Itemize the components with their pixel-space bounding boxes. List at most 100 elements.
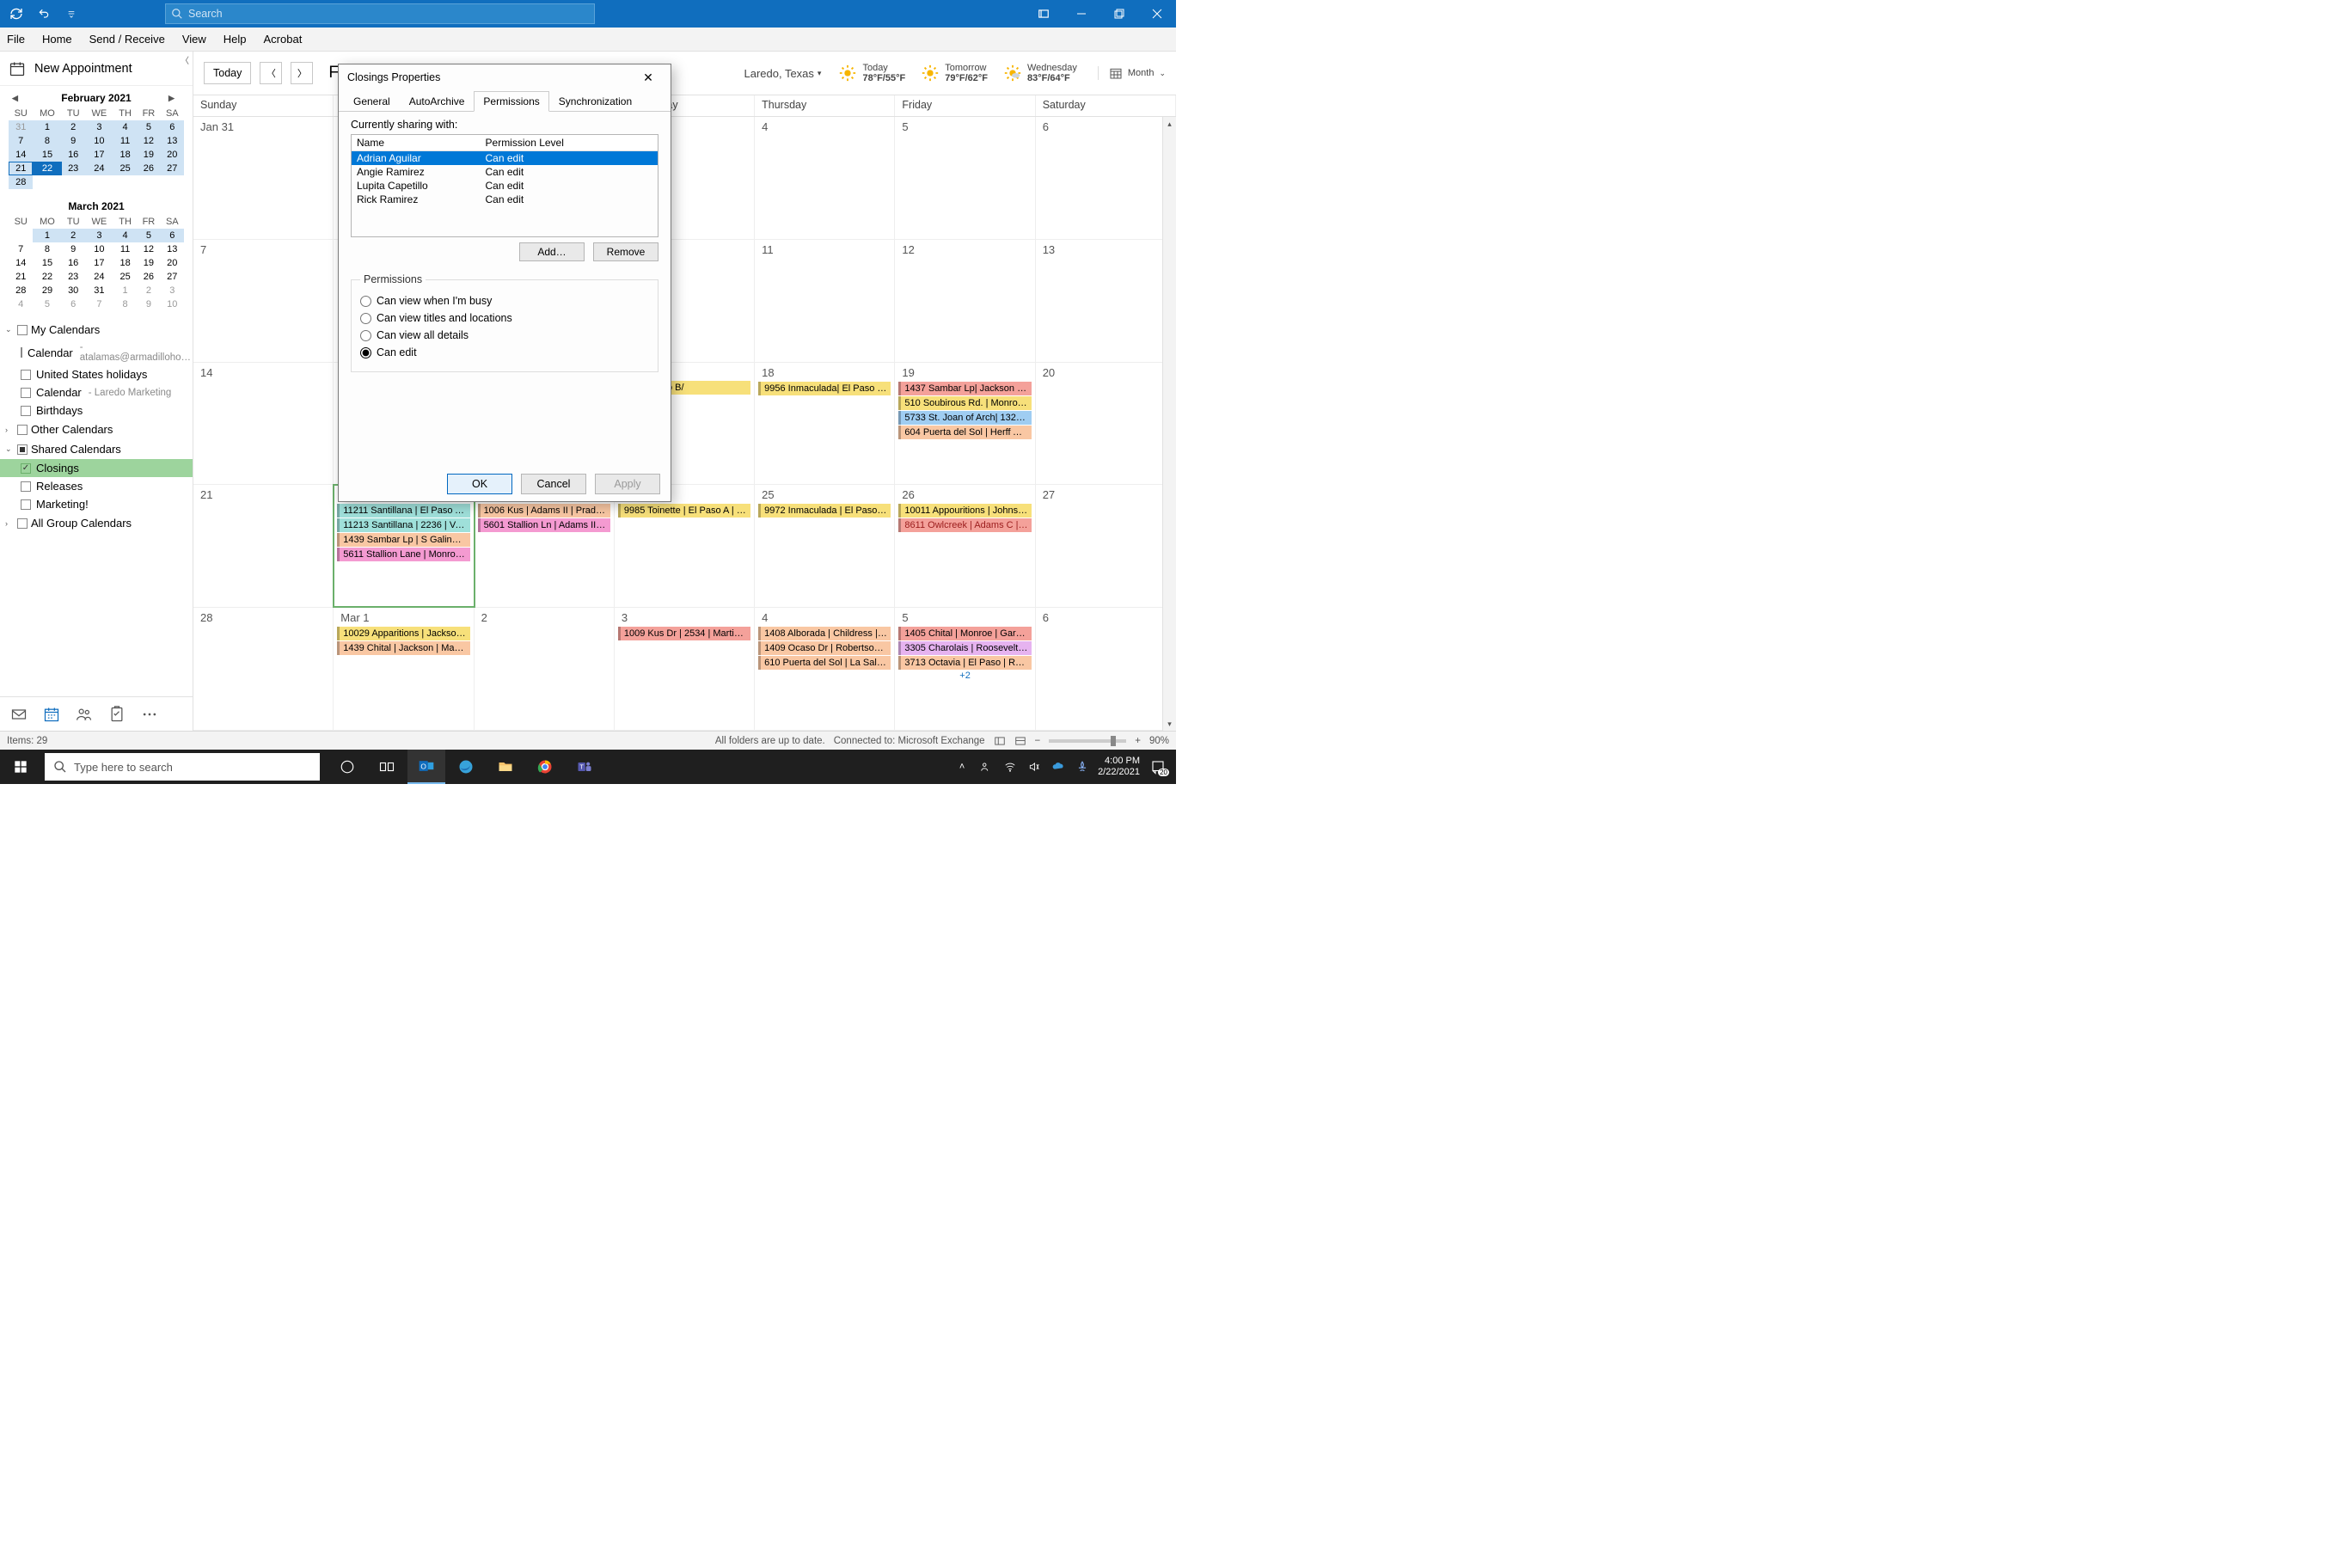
location-picker[interactable]: Laredo, Texas▾ [744, 67, 821, 80]
mini-cal-day[interactable]: 13 [161, 134, 184, 148]
mini-cal-day[interactable]: 31 [85, 284, 113, 297]
dialog-tab-permissions[interactable]: Permissions [474, 91, 548, 112]
zoom-in-icon[interactable]: + [1135, 736, 1141, 746]
calendar-cell[interactable]: 11 [755, 240, 895, 362]
mini-cal-day[interactable]: 20 [161, 148, 184, 162]
calendar-cell[interactable]: 2 [475, 608, 615, 730]
calendar-cell[interactable]: 13 [1036, 240, 1176, 362]
apply-button[interactable]: Apply [595, 474, 660, 494]
mini-cal-day[interactable]: 7 [9, 242, 33, 256]
mini-cal-day[interactable]: 8 [113, 297, 137, 311]
mini-cal-day[interactable]: 20 [161, 256, 184, 270]
mini-cal-day[interactable]: 14 [9, 148, 33, 162]
calendar-cell[interactable]: 6 [1036, 608, 1176, 730]
mini-cal-day[interactable]: 1 [113, 284, 137, 297]
group-checkbox[interactable] [17, 444, 28, 455]
calendar-item[interactable]: Birthdays [0, 401, 193, 420]
permission-option[interactable]: Can view when I'm busy [360, 292, 649, 309]
mini-cal-day[interactable]: 4 [9, 297, 33, 311]
quick-access-dropdown-icon[interactable] [60, 3, 83, 25]
start-button[interactable] [0, 750, 41, 784]
calendar-cell[interactable]: 14 [193, 363, 334, 485]
ribbon-tab-send-receive[interactable]: Send / Receive [89, 33, 165, 46]
more-events-link[interactable]: +2 [898, 671, 1031, 681]
ribbon-tab-view[interactable]: View [182, 33, 206, 46]
mini-cal-day[interactable]: 3 [85, 120, 113, 134]
calendar-event[interactable]: 1437 Sambar Lp| Jackson E|… [898, 382, 1031, 395]
mini-cal-day[interactable]: 10 [161, 297, 184, 311]
mini-cal-day[interactable]: 2 [137, 284, 160, 297]
calendar-event[interactable]: 9956 Inmaculada| El Paso | Mata | Servic… [758, 382, 891, 395]
calendar-item[interactable]: Marketing! [0, 495, 193, 513]
calendar-cell[interactable]: 259972 Inmaculada | El Paso A | Mendiola… [755, 485, 895, 607]
calendar-cell[interactable]: 2610011 Appouritions | Johnson | Marquez… [895, 485, 1035, 607]
permission-option[interactable]: Can view titles and locations [360, 309, 649, 327]
mini-cal-day[interactable]: 23 [62, 162, 85, 175]
notifications-icon[interactable]: 20 [1147, 756, 1169, 778]
sync-icon[interactable] [5, 3, 28, 25]
permission-radio[interactable] [360, 313, 371, 324]
calendar-checkbox[interactable] [21, 347, 22, 358]
calendar-group-all-group-calendars[interactable]: ›All Group Calendars [0, 513, 193, 533]
calendar-checkbox[interactable] [21, 499, 31, 510]
calendar-event[interactable]: 1439 Chital | Jackson | Martinez | Willo… [337, 641, 469, 655]
calendar-cell[interactable]: 231006 Kus | Adams II | Prado | Del Home… [475, 485, 615, 607]
scroll-up-icon[interactable]: ▴ [1163, 117, 1176, 131]
calendar-event[interactable]: 1408 Alborada | Childress | Montemayor |… [758, 627, 891, 640]
calendar-event[interactable]: 10011 Appouritions | Johnson | Marquez |… [898, 504, 1031, 518]
dialog-titlebar[interactable]: Closings Properties ✕ [339, 64, 671, 90]
mini-cal-day[interactable]: 5 [137, 229, 160, 242]
permission-radio[interactable] [360, 347, 371, 358]
share-row[interactable]: Rick RamirezCan edit [352, 193, 658, 206]
calendar-cell[interactable]: 4 [755, 117, 895, 239]
tray-wifi-icon[interactable] [1001, 758, 1019, 775]
calendar-event[interactable]: 10029 Apparitions | Jackson | Jimenez | … [337, 627, 469, 640]
mini-cal-day[interactable]: 15 [33, 256, 61, 270]
mini-cal-day[interactable]: 3 [85, 229, 113, 242]
calendar-event[interactable]: 1409 Ocaso Dr | Robertson | Arredondo | … [758, 641, 891, 655]
edge-icon[interactable] [447, 750, 485, 784]
chrome-icon[interactable] [526, 750, 564, 784]
calendar-event[interactable]: 5611 Stallion Lane | Monro… [337, 548, 469, 561]
mini-cal-day[interactable]: 14 [9, 256, 33, 270]
calendar-cell[interactable]: 249985 Toinette | El Paso A | Ortiz | Ge… [615, 485, 755, 607]
tray-chevron-icon[interactable]: ˄ [953, 758, 971, 775]
calendar-icon[interactable] [43, 706, 60, 723]
sidebar-collapse-icon[interactable]: 〈 [181, 53, 189, 66]
mini-cal-day[interactable]: 4 [113, 120, 137, 134]
search-input[interactable] [188, 8, 589, 20]
calendar-event[interactable]: 610 Puerta del Sol | La Salle… [758, 656, 891, 670]
scroll-down-icon[interactable]: ▾ [1163, 717, 1176, 731]
cortana-icon[interactable] [328, 750, 366, 784]
calendar-cell[interactable]: 51405 Chital | Monroe | Garc…3305 Charol… [895, 608, 1035, 730]
mini-cal-day[interactable]: 23 [62, 270, 85, 284]
group-checkbox[interactable] [17, 325, 28, 335]
calendar-cell[interactable]: 20 [1036, 363, 1176, 485]
mini-cal-day[interactable]: 6 [62, 297, 85, 311]
mini-cal-day[interactable]: 9 [62, 134, 85, 148]
mini-cal-day[interactable]: 11 [113, 242, 137, 256]
dialog-tab-synchronization[interactable]: Synchronization [549, 91, 641, 112]
calendar-cell[interactable]: 6 [1036, 117, 1176, 239]
next-month-button[interactable]: 〉 [291, 62, 313, 84]
calendar-cell[interactable]: 21 [193, 485, 334, 607]
mini-cal-day[interactable]: 7 [9, 134, 33, 148]
view-reading-icon[interactable] [1014, 735, 1026, 747]
calendar-cell[interactable]: Jan 31 [193, 117, 334, 239]
ribbon-display-icon[interactable] [1025, 0, 1063, 28]
maximize-button[interactable] [1100, 0, 1138, 28]
prev-month-button[interactable]: 〈 [260, 62, 282, 84]
permission-option[interactable]: Can edit [360, 344, 649, 361]
new-appointment-button[interactable]: New Appointment [0, 52, 193, 86]
mini-cal-day[interactable]: 10 [85, 134, 113, 148]
mini-cal-day[interactable]: 12 [137, 134, 160, 148]
file-explorer-icon[interactable] [487, 750, 524, 784]
mail-icon[interactable] [10, 706, 28, 723]
mini-cal-day[interactable]: 8 [33, 134, 61, 148]
zoom-out-icon[interactable]: − [1035, 736, 1041, 746]
weather-day[interactable]: Tomorrow79°F/62°F [921, 63, 988, 83]
dialog-tab-general[interactable]: General [344, 91, 400, 112]
view-normal-icon[interactable] [994, 735, 1006, 747]
mini-cal-day[interactable]: 6 [161, 120, 184, 134]
mini-cal-day[interactable]: 26 [137, 162, 160, 175]
